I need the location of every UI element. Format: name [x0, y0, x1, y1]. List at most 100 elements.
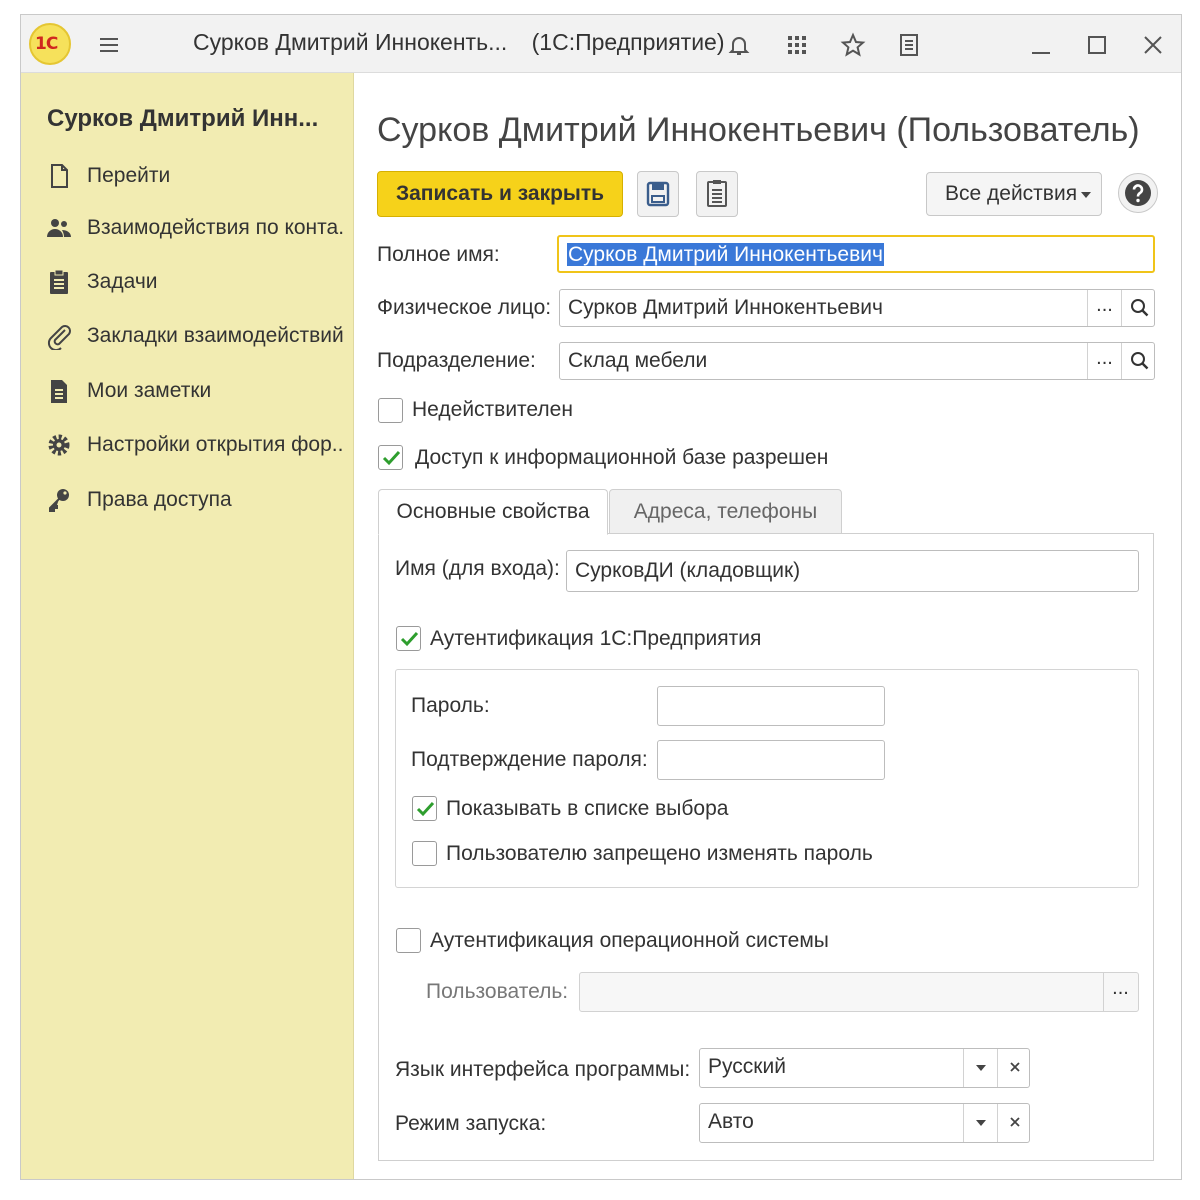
- login-label: Имя (для входа):: [395, 557, 560, 580]
- caret-down-icon: [1079, 173, 1093, 230]
- clear-icon: [1008, 1062, 1022, 1087]
- tab-panel-main-properties: Имя (для входа): СурковДИ (кладовщик) Ау…: [378, 533, 1154, 1161]
- history-icon[interactable]: [895, 31, 923, 59]
- tab-addresses-phones[interactable]: Адреса, телефоны: [609, 489, 842, 535]
- login-value: СурковДИ (кладовщик): [575, 559, 801, 582]
- application-window: 1С Сурков Дмитрий Иннокенть... (1С:Предп…: [20, 14, 1182, 1180]
- minimize-icon[interactable]: [1027, 31, 1055, 59]
- password-confirm-field[interactable]: [657, 740, 885, 780]
- apps-grid-icon[interactable]: [783, 31, 811, 59]
- document-icon: [45, 162, 73, 190]
- language-value: Русский: [708, 1055, 786, 1078]
- key-icon: [45, 486, 73, 514]
- sidebar-item-label: Перейти: [87, 164, 171, 187]
- help-button[interactable]: [1118, 173, 1158, 213]
- full-name-field[interactable]: Сурков Дмитрий Иннокентьевич: [557, 235, 1155, 273]
- run-mode-clear-button[interactable]: [997, 1104, 1029, 1142]
- department-label: Подразделение:: [377, 349, 536, 372]
- sidebar-item-label: Мои заметки: [87, 379, 212, 402]
- people-icon: [45, 214, 73, 242]
- sidebar-item-label: Настройки открытия фор...: [87, 433, 345, 456]
- maximize-icon[interactable]: [1083, 31, 1111, 59]
- sidebar-item-access-rights[interactable]: Права доступа: [45, 480, 345, 520]
- access-allowed-label: Доступ к информационной базе разрешен: [415, 446, 829, 469]
- password-group: Пароль: Подтверждение пароля: Показывать…: [395, 669, 1139, 888]
- full-name-value: Сурков Дмитрий Иннокентьевич: [567, 243, 884, 266]
- gear-icon: [45, 431, 73, 459]
- department-select-button[interactable]: ...: [1087, 343, 1121, 379]
- clipboard-list-icon: [697, 180, 737, 221]
- close-icon[interactable]: [1139, 31, 1167, 59]
- tab-main-properties[interactable]: Основные свойства: [378, 489, 608, 535]
- run-mode-select[interactable]: Авто: [699, 1103, 1030, 1143]
- all-actions-button[interactable]: Все действия: [926, 172, 1102, 216]
- caret-down-icon: [974, 1120, 988, 1142]
- save-and-close-button[interactable]: Записать и закрыть: [377, 171, 623, 217]
- individual-open-button[interactable]: [1121, 290, 1154, 326]
- form-area: Сурков Дмитрий Иннокентьевич (Пользовате…: [355, 73, 1181, 1179]
- paperclip-icon: [45, 322, 73, 352]
- password-field[interactable]: [657, 686, 885, 726]
- cannot-change-password-label: Пользователю запрещено изменять пароль: [446, 842, 873, 865]
- bell-icon[interactable]: [725, 31, 753, 59]
- search-icon: [1128, 352, 1150, 379]
- app-logo-text: 1С: [35, 34, 58, 54]
- save-button[interactable]: [637, 171, 679, 217]
- run-mode-label: Режим запуска:: [395, 1112, 547, 1135]
- auth-os-checkbox[interactable]: [396, 928, 421, 953]
- sidebar-item-form-settings[interactable]: Настройки открытия фор...: [45, 425, 345, 465]
- sidebar-item-tasks[interactable]: Задачи: [45, 262, 345, 302]
- sidebar-item-label: Закладки взаимодействий: [87, 324, 344, 347]
- password-label: Пароль:: [411, 694, 490, 717]
- language-clear-button[interactable]: [997, 1049, 1029, 1087]
- cannot-change-password-checkbox[interactable]: [412, 841, 437, 866]
- access-allowed-checkbox[interactable]: [378, 445, 403, 470]
- full-name-label: Полное имя:: [377, 243, 500, 266]
- question-icon: [1119, 180, 1157, 217]
- os-user-label: Пользователь:: [426, 980, 569, 1003]
- invalid-checkbox[interactable]: [378, 398, 403, 423]
- run-mode-dropdown-button[interactable]: [963, 1104, 997, 1142]
- invalid-label: Недействителен: [412, 398, 573, 421]
- sidebar-item-my-notes[interactable]: Мои заметки: [45, 371, 345, 411]
- app-logo[interactable]: 1С: [29, 23, 71, 65]
- report-button[interactable]: [696, 171, 738, 217]
- individual-field[interactable]: Сурков Дмитрий Иннокентьевич ...: [559, 289, 1155, 327]
- clipboard-icon: [45, 268, 73, 296]
- note-icon: [45, 377, 73, 405]
- language-label: Язык интерфейса программы:: [395, 1058, 691, 1081]
- side-panel-title: Сурков Дмитрий Инн...: [47, 105, 319, 132]
- auth-1c-label: Аутентификация 1С:Предприятия: [430, 627, 762, 650]
- run-mode-value: Авто: [708, 1110, 754, 1133]
- os-user-select-button[interactable]: ...: [1103, 973, 1137, 1011]
- side-panel: Сурков Дмитрий Инн... Перейти Взаимодейс…: [21, 73, 354, 1179]
- all-actions-label: Все действия: [945, 182, 1078, 205]
- individual-select-button[interactable]: ...: [1087, 290, 1121, 326]
- language-dropdown-button[interactable]: [963, 1049, 997, 1087]
- show-in-list-label: Показывать в списке выбора: [446, 797, 729, 820]
- sidebar-item-label: Взаимодействия по конта...: [87, 216, 345, 239]
- login-field[interactable]: СурковДИ (кладовщик): [566, 550, 1139, 592]
- menu-icon[interactable]: [95, 31, 123, 59]
- sidebar-item-go-to[interactable]: Перейти: [45, 156, 345, 196]
- department-field[interactable]: Склад мебели ...: [559, 342, 1155, 380]
- os-user-field[interactable]: ...: [579, 972, 1139, 1012]
- clear-icon: [1008, 1117, 1022, 1142]
- password-confirm-label: Подтверждение пароля:: [411, 748, 648, 771]
- language-select[interactable]: Русский: [699, 1048, 1030, 1088]
- show-in-list-checkbox[interactable]: [412, 796, 437, 821]
- caret-down-icon: [974, 1065, 988, 1087]
- auth-1c-checkbox[interactable]: [396, 626, 421, 651]
- app-name: (1С:Предприятие): [531, 29, 725, 55]
- department-value: Склад мебели: [568, 349, 708, 372]
- star-icon[interactable]: [839, 31, 867, 59]
- sidebar-item-label: Задачи: [87, 270, 158, 293]
- sidebar-item-contact-interactions[interactable]: Взаимодействия по конта...: [45, 208, 345, 248]
- department-open-button[interactable]: [1121, 343, 1154, 379]
- search-icon: [1128, 299, 1150, 326]
- sidebar-item-label: Права доступа: [87, 488, 232, 511]
- sidebar-item-interaction-bookmarks[interactable]: Закладки взаимодействий: [45, 316, 345, 356]
- individual-value: Сурков Дмитрий Иннокентьевич: [568, 296, 883, 319]
- window-title: Сурков Дмитрий Иннокенть... (1С:Предприя…: [193, 29, 725, 56]
- auth-os-label: Аутентификация операционной системы: [430, 929, 829, 952]
